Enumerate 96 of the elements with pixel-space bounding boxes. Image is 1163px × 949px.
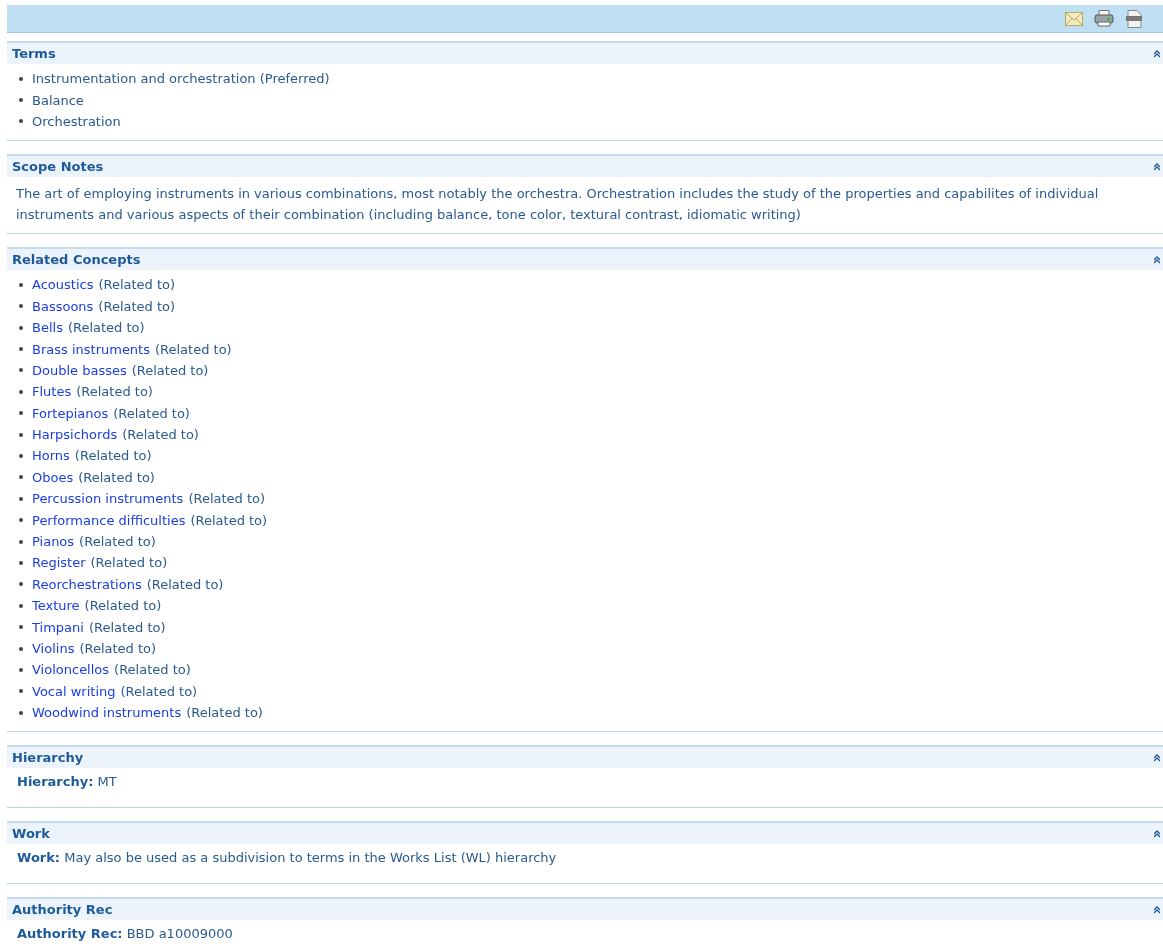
bullet-icon <box>19 119 23 124</box>
concept-link[interactable]: Violoncellos <box>32 662 110 678</box>
list-item-text: (Related to) <box>84 598 162 614</box>
list-item-text: Balance <box>32 92 84 108</box>
bullet-icon <box>19 582 23 587</box>
concept-link[interactable]: Reorchestrations <box>32 576 142 592</box>
section-header[interactable]: Hierarchy <box>7 747 1163 769</box>
list-item-text: (Related to) <box>114 662 191 678</box>
bullet-icon <box>19 454 23 458</box>
list-item-text: Instrumentation and orchestration (Preferred) <box>32 71 330 87</box>
concept-link[interactable]: Violins <box>32 641 75 656</box>
concept-link[interactable]: Percussion instruments <box>32 491 184 507</box>
bullet-icon <box>19 539 23 544</box>
bullet-icon <box>19 560 23 565</box>
section-header[interactable]: Terms <box>7 43 1163 64</box>
list-item-text: (Related to) <box>67 320 145 336</box>
bullet-icon <box>19 76 23 81</box>
list-item-text: Orchestration <box>32 113 121 129</box>
section-title: Authority Rec <box>12 902 113 918</box>
section-title: Work <box>12 826 50 842</box>
collapse-icon[interactable] <box>1154 162 1160 171</box>
concept-link[interactable]: Harpsichords <box>32 427 118 443</box>
bullet-icon <box>19 347 23 352</box>
field-value: May also be used as a subdivision to terms in the Works List (WL) hierarchy <box>64 850 557 866</box>
section-title: Hierarchy <box>12 750 84 766</box>
list-item-text: (Related to) <box>98 277 176 293</box>
list-item-text: (Related to) <box>120 683 198 699</box>
list-item-text: (Related to) <box>98 298 176 314</box>
concept-link[interactable]: Double basses <box>32 362 127 378</box>
field-value: BBD a10009000 <box>126 926 233 942</box>
bullet-icon <box>19 625 23 630</box>
list-item-text: (Related to) <box>122 427 199 443</box>
collapse-icon[interactable] <box>1154 905 1160 914</box>
list-item-text: (Related to) <box>90 555 168 571</box>
bullet-icon <box>19 496 23 501</box>
bullet-icon <box>19 646 23 651</box>
list-item-text: (Related to) <box>88 619 166 635</box>
scope-note-text: The art of employing instruments in various combinations, most notably the orchestra. Orchestration includes the study of the properties and capabilites of individual instruments and various aspects of their combination (including balance, tone color, textural contrast, idiomatic writing) <box>15 185 1100 225</box>
collapse-icon[interactable] <box>1154 49 1160 58</box>
list-item-text: (Related to) <box>146 576 224 592</box>
list-item-text: (Related to) <box>78 469 155 485</box>
list-item-text: (Related to) <box>113 405 190 421</box>
section-header[interactable]: Related Concepts <box>7 249 1163 271</box>
bullet-icon <box>19 603 23 608</box>
concept-link[interactable]: Texture <box>32 598 80 614</box>
concept-link[interactable]: Bells <box>32 320 63 336</box>
bullet-icon <box>19 98 23 103</box>
concept-link[interactable]: Fortepianos <box>32 405 109 421</box>
bullet-icon <box>19 325 23 330</box>
collapse-icon[interactable] <box>1154 255 1160 264</box>
concept-link[interactable]: Brass instruments <box>32 341 150 357</box>
bullet-icon <box>19 518 23 523</box>
concept-link[interactable]: Oboes <box>32 469 74 485</box>
list-item-text: (Related to) <box>131 362 209 378</box>
bullet-icon <box>19 411 23 416</box>
bullet-icon <box>19 667 23 672</box>
list-item-text: (Related to) <box>188 491 266 507</box>
list-item-text: (Related to) <box>155 341 232 357</box>
concept-link[interactable]: Timpani <box>32 619 84 635</box>
bullet-icon <box>19 304 23 309</box>
section-header[interactable]: Work <box>7 823 1163 845</box>
concept-link[interactable]: Horns <box>32 448 70 464</box>
concept-link[interactable]: Woodwind instruments <box>32 705 182 721</box>
list-item-text: (Related to) <box>74 448 152 464</box>
section-title: Scope Notes <box>12 159 104 175</box>
field-label: Authority Rec: <box>17 926 123 942</box>
bullet-icon <box>19 689 23 694</box>
bullet-icon <box>19 432 23 437</box>
list-item-text: (Related to) <box>79 641 157 656</box>
concept-link[interactable]: Register <box>32 555 86 571</box>
list-item-text: (Related to) <box>76 384 153 400</box>
field-value: MT <box>97 774 117 790</box>
concept-link[interactable]: Bassoons <box>32 298 94 314</box>
printer-icon[interactable] <box>1094 10 1114 27</box>
field-label: Work: <box>17 850 61 866</box>
collapse-icon[interactable] <box>1154 753 1160 762</box>
list-item-text: (Related to) <box>190 512 268 528</box>
concept-link[interactable]: Vocal writing <box>32 683 116 699</box>
concept-link[interactable]: Flutes <box>32 384 72 400</box>
list-item-text: (Related to) <box>79 534 156 550</box>
html-file-icon[interactable] <box>1125 9 1143 28</box>
collapse-icon[interactable] <box>1154 829 1160 838</box>
section-title: Related Concepts <box>12 252 141 268</box>
bullet-icon <box>19 710 23 715</box>
concept-link[interactable]: Performance difficulties <box>32 512 186 528</box>
concept-link[interactable]: Pianos <box>32 534 75 550</box>
section-header[interactable]: Authority Rec <box>7 899 1163 921</box>
field-label: Hierarchy: <box>17 774 94 790</box>
list-item-text: (Related to) <box>186 705 263 721</box>
bullet-icon <box>19 475 23 480</box>
bullet-icon <box>19 368 23 373</box>
bullet-icon <box>19 389 23 394</box>
bullet-icon <box>19 282 23 287</box>
section-title: Terms <box>12 46 56 61</box>
concept-link[interactable]: Acoustics <box>32 277 94 293</box>
section-header[interactable]: Scope Notes <box>7 156 1163 178</box>
